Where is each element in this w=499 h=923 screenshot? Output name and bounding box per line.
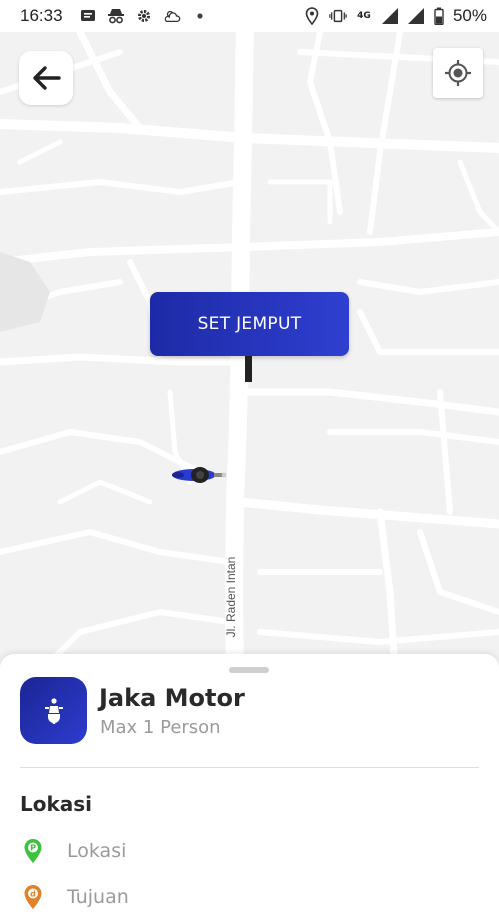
destination-field[interactable]: d Tujuan: [20, 882, 479, 912]
sheet-drag-handle[interactable]: [229, 667, 269, 673]
pickup-pin-icon: P: [20, 836, 46, 866]
pickup-location-label: Lokasi: [67, 840, 127, 862]
status-bar: 16:33 4G 50%: [0, 0, 499, 32]
bottom-sheet: Jaka Motor Max 1 Person Lokasi P Lokasi …: [0, 654, 499, 923]
vibrate-icon: [329, 7, 347, 25]
my-location-button[interactable]: [433, 48, 483, 98]
weather-icon: [163, 7, 181, 25]
battery-icon: [433, 7, 445, 25]
svg-text:d: d: [30, 890, 36, 899]
service-icon: [20, 677, 87, 744]
section-title-lokasi: Lokasi: [20, 792, 93, 816]
divider: [20, 767, 479, 768]
destination-label: Tujuan: [67, 886, 129, 908]
service-subtitle: Max 1 Person: [100, 717, 221, 738]
network-type: 4G: [357, 10, 371, 21]
motorbike-driver-marker: [170, 463, 228, 487]
service-title: Jaka Motor: [99, 684, 245, 712]
location-status-icon: [303, 7, 321, 25]
notification-dot-icon: [191, 7, 209, 25]
crosshair-icon: [444, 59, 472, 87]
arrow-left-icon: [31, 65, 61, 91]
signal-icon-2: [407, 7, 425, 25]
set-pickup-button[interactable]: SET JEMPUT: [150, 292, 349, 356]
pickup-pin-stick: [245, 356, 252, 382]
road-name-label: Jl. Raden Intan: [224, 556, 238, 638]
message-icon: [79, 7, 97, 25]
settings-gear-icon: [135, 7, 153, 25]
pickup-location-field[interactable]: P Lokasi: [20, 836, 479, 866]
incognito-icon: [107, 7, 125, 25]
battery-percent: 50%: [452, 6, 487, 25]
status-time: 16:33: [20, 6, 63, 25]
scooter-icon: [42, 697, 66, 725]
svg-text:P: P: [30, 844, 36, 853]
back-button[interactable]: [19, 51, 73, 105]
signal-icon: [381, 7, 399, 25]
destination-pin-icon: d: [20, 882, 46, 912]
